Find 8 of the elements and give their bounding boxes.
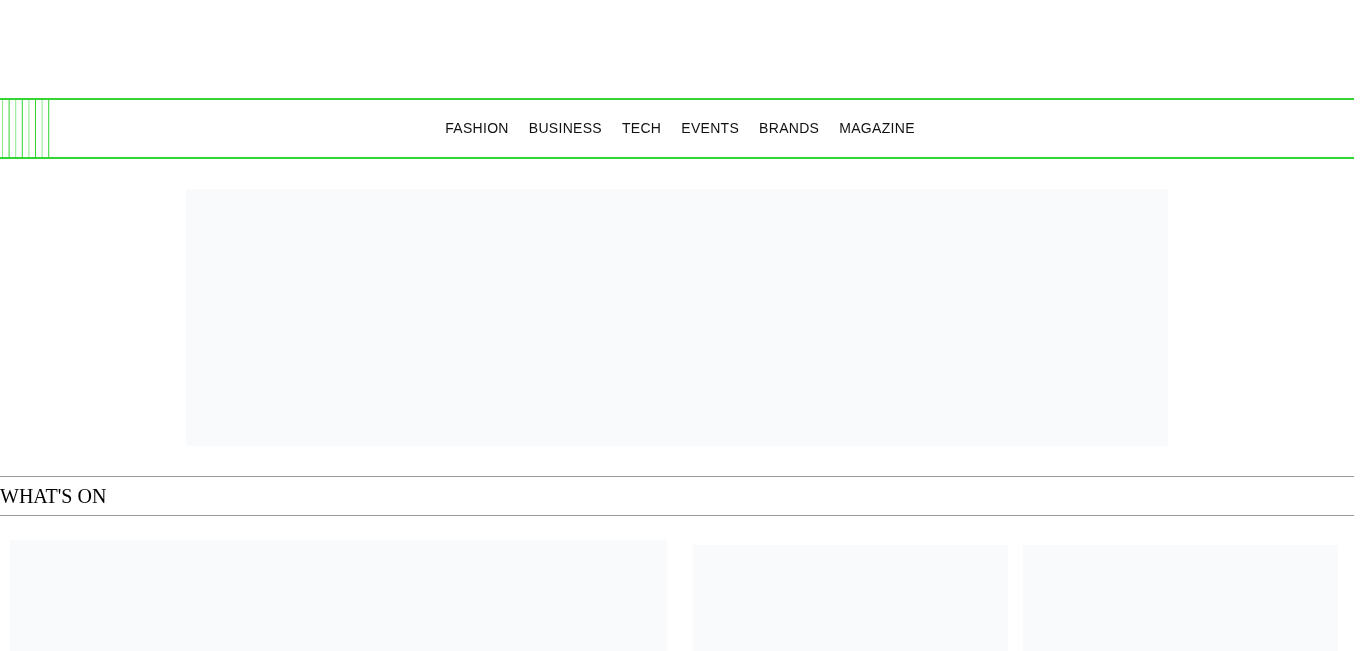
- section-heading: WHAT'S ON: [0, 486, 107, 506]
- nav-link[interactable]: BUSINESS: [528, 118, 602, 139]
- logo-icon[interactable]: [0, 100, 50, 157]
- nav-link[interactable]: TECH: [621, 118, 662, 139]
- nav-link[interactable]: BRANDS: [759, 118, 820, 139]
- nav-link[interactable]: EVENTS: [681, 118, 740, 139]
- nav-link[interactable]: FASHION: [445, 118, 509, 139]
- nav-link[interactable]: MAGAZINE: [839, 118, 915, 139]
